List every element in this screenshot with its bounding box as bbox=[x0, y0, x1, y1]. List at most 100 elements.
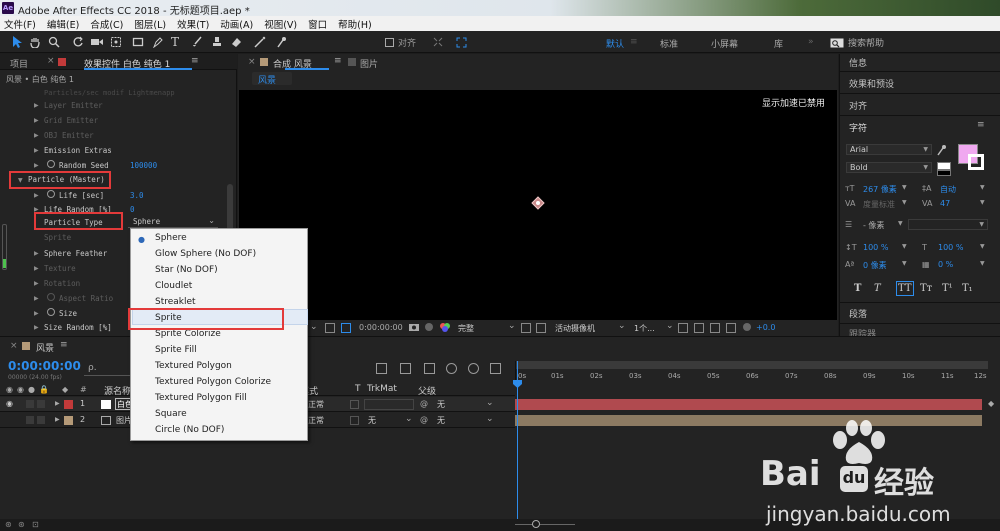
expand-arrow-icon[interactable]: ▶ bbox=[34, 280, 39, 287]
menu-composition[interactable]: 合成(C) bbox=[90, 17, 123, 31]
frame-blending-icon[interactable] bbox=[446, 363, 457, 374]
leading-value[interactable]: 自动 bbox=[940, 184, 956, 195]
panel-menu-icon[interactable]: ≡ bbox=[191, 56, 199, 66]
option-sprite-colorize[interactable]: Sprite Colorize bbox=[155, 329, 221, 339]
option-sprite-fill[interactable]: Sprite Fill bbox=[155, 345, 197, 355]
random-seed-value[interactable]: 100000 bbox=[130, 161, 157, 170]
expand-arrow-icon[interactable]: ▶ bbox=[34, 132, 39, 139]
chevron-down-icon[interactable]: ⌄ bbox=[486, 398, 494, 408]
layer-name[interactable]: 图片 bbox=[116, 415, 130, 426]
chevron-down-icon[interactable]: ▼ bbox=[980, 243, 985, 250]
group-particle-master[interactable]: Particle (Master) bbox=[28, 175, 105, 184]
expand-arrow-icon[interactable]: ▶ bbox=[55, 400, 60, 407]
parent-value[interactable]: 无 bbox=[437, 415, 445, 426]
expand-arrow-icon[interactable]: ▶ bbox=[34, 250, 39, 257]
prop-grid-emitter[interactable]: Grid Emitter bbox=[44, 116, 98, 125]
prop-layer-emitter[interactable]: Layer Emitter bbox=[44, 101, 103, 110]
option-textured-polygon-colorize[interactable]: Textured Polygon Colorize bbox=[155, 377, 271, 387]
chevron-down-icon[interactable]: ⌄ bbox=[405, 414, 413, 424]
expand-arrow-icon[interactable]: ▶ bbox=[34, 192, 39, 199]
parent-value[interactable]: 无 bbox=[437, 399, 445, 410]
search-help[interactable]: 搜索帮助 bbox=[830, 35, 994, 50]
stroke-color-swatch[interactable] bbox=[968, 154, 984, 170]
clone-stamp-tool-icon[interactable] bbox=[209, 35, 225, 49]
flowchart-icon[interactable] bbox=[726, 323, 736, 333]
expand-arrow-icon[interactable]: ▶ bbox=[34, 102, 39, 109]
region-of-interest-icon[interactable] bbox=[341, 323, 351, 333]
shy-layers-icon[interactable] bbox=[424, 363, 435, 374]
faux-italic-button[interactable]: T bbox=[874, 283, 881, 294]
workspace-small-screen[interactable]: 小屏幕 bbox=[711, 37, 738, 50]
faux-bold-button[interactable]: T bbox=[854, 283, 861, 294]
tab-footage[interactable]: 图片 bbox=[360, 57, 378, 70]
workspace-default[interactable]: 默认 bbox=[606, 37, 624, 50]
pan-behind-tool-icon[interactable] bbox=[108, 35, 124, 49]
fast-previews-icon[interactable] bbox=[694, 323, 704, 333]
tab-project[interactable]: 项目 bbox=[10, 57, 28, 70]
workspace-menu-icon[interactable]: » bbox=[808, 37, 814, 47]
switches-toggle-icon[interactable]: ⊡ bbox=[32, 520, 39, 529]
font-size-value[interactable]: 267 像素 bbox=[863, 184, 897, 195]
option-circle[interactable]: Circle (No DOF) bbox=[155, 425, 224, 435]
font-family-select[interactable]: Arial ▼ bbox=[846, 144, 932, 155]
baseline-shift-value[interactable]: 0 像素 bbox=[863, 260, 887, 271]
layer-bar-1[interactable] bbox=[515, 399, 982, 410]
trkmat-select[interactable] bbox=[364, 399, 414, 410]
info-panel-header[interactable]: 信息 bbox=[849, 56, 867, 69]
draft-3d-icon[interactable] bbox=[400, 363, 411, 374]
timeline-timecode[interactable]: 0:00:00:00 bbox=[8, 359, 81, 373]
render-time-toggle-icon[interactable]: ⊛ bbox=[5, 520, 12, 529]
toggle-grid-icon[interactable] bbox=[536, 323, 546, 333]
prop-emission-extras[interactable]: Emission Extras bbox=[44, 146, 112, 155]
tracker-header[interactable]: 跟踪器 bbox=[849, 327, 876, 336]
eyedropper-icon[interactable] bbox=[936, 144, 946, 156]
time-ruler[interactable]: 0s 01s 02s 03s 04s 05s 06s 07s 08s 09s 1… bbox=[515, 361, 988, 383]
expand-arrow-icon[interactable]: ▶ bbox=[34, 117, 39, 124]
chevron-down-icon[interactable]: ▼ bbox=[898, 220, 903, 227]
effects-presets-header[interactable]: 效果和预设 bbox=[849, 77, 894, 90]
timeline-icon[interactable] bbox=[710, 323, 720, 333]
expand-arrow-icon[interactable]: ▶ bbox=[34, 162, 39, 169]
color-channels-icon[interactable] bbox=[439, 322, 451, 332]
chevron-down-icon[interactable]: ▼ bbox=[902, 184, 907, 191]
solo-toggle-icon[interactable]: ● bbox=[28, 385, 35, 394]
parent-header[interactable]: 父级 bbox=[418, 384, 436, 397]
rectangle-tool-icon[interactable] bbox=[130, 35, 146, 49]
zoom-slider[interactable] bbox=[515, 524, 575, 525]
prop-obj-emitter[interactable]: OBJ Emitter bbox=[44, 131, 94, 140]
source-name-header[interactable]: 源名称 bbox=[104, 384, 131, 397]
menu-help[interactable]: 帮助(H) bbox=[338, 17, 372, 31]
life-random-value[interactable]: 0 bbox=[130, 205, 135, 214]
all-caps-button[interactable]: TT bbox=[898, 283, 912, 294]
expand-arrow-icon[interactable]: ▶ bbox=[34, 265, 39, 272]
option-textured-polygon-fill[interactable]: Textured Polygon Fill bbox=[155, 393, 247, 403]
swatch-black[interactable] bbox=[937, 170, 951, 176]
hand-tool-icon[interactable] bbox=[27, 35, 43, 49]
preserve-transparency-box[interactable] bbox=[350, 416, 359, 425]
brush-tool-icon[interactable] bbox=[189, 35, 205, 49]
life-value[interactable]: 3.0 bbox=[130, 191, 144, 200]
align-header[interactable]: 对齐 bbox=[849, 99, 867, 112]
menu-view[interactable]: 视图(V) bbox=[264, 17, 297, 31]
viewer-timecode[interactable]: 0:00:00:00 bbox=[359, 323, 403, 332]
option-streaklet[interactable]: Streaklet bbox=[155, 297, 196, 307]
exposure-value[interactable]: +0.0 bbox=[756, 323, 775, 332]
work-area-bar[interactable] bbox=[516, 361, 988, 369]
expand-arrow-icon[interactable]: ▶ bbox=[34, 324, 39, 331]
collapse-arrow-icon[interactable]: ▼ bbox=[18, 177, 23, 184]
chevron-down-icon[interactable]: ▼ bbox=[980, 184, 985, 191]
comp-breadcrumb[interactable]: 风景 bbox=[252, 72, 292, 86]
option-square[interactable]: Square bbox=[155, 409, 187, 419]
workspace-standard[interactable]: 标准 bbox=[660, 37, 678, 50]
trkmat-header[interactable]: TrkMat bbox=[367, 384, 397, 394]
expand-arrow-icon[interactable]: ▶ bbox=[34, 295, 39, 302]
tracking-value[interactable]: 47 bbox=[940, 199, 950, 208]
video-toggle-icon[interactable]: ◉ bbox=[6, 385, 13, 394]
fast-preview-icon[interactable] bbox=[521, 323, 531, 333]
tsume-value[interactable]: 0 % bbox=[938, 260, 953, 269]
timeline-menu-icon[interactable]: ≡ bbox=[60, 340, 68, 350]
scrollbar-thumb[interactable] bbox=[227, 184, 233, 234]
pen-tool-icon[interactable] bbox=[150, 35, 166, 49]
menu-layer[interactable]: 图层(L) bbox=[134, 17, 166, 31]
lock-box[interactable] bbox=[37, 416, 45, 424]
